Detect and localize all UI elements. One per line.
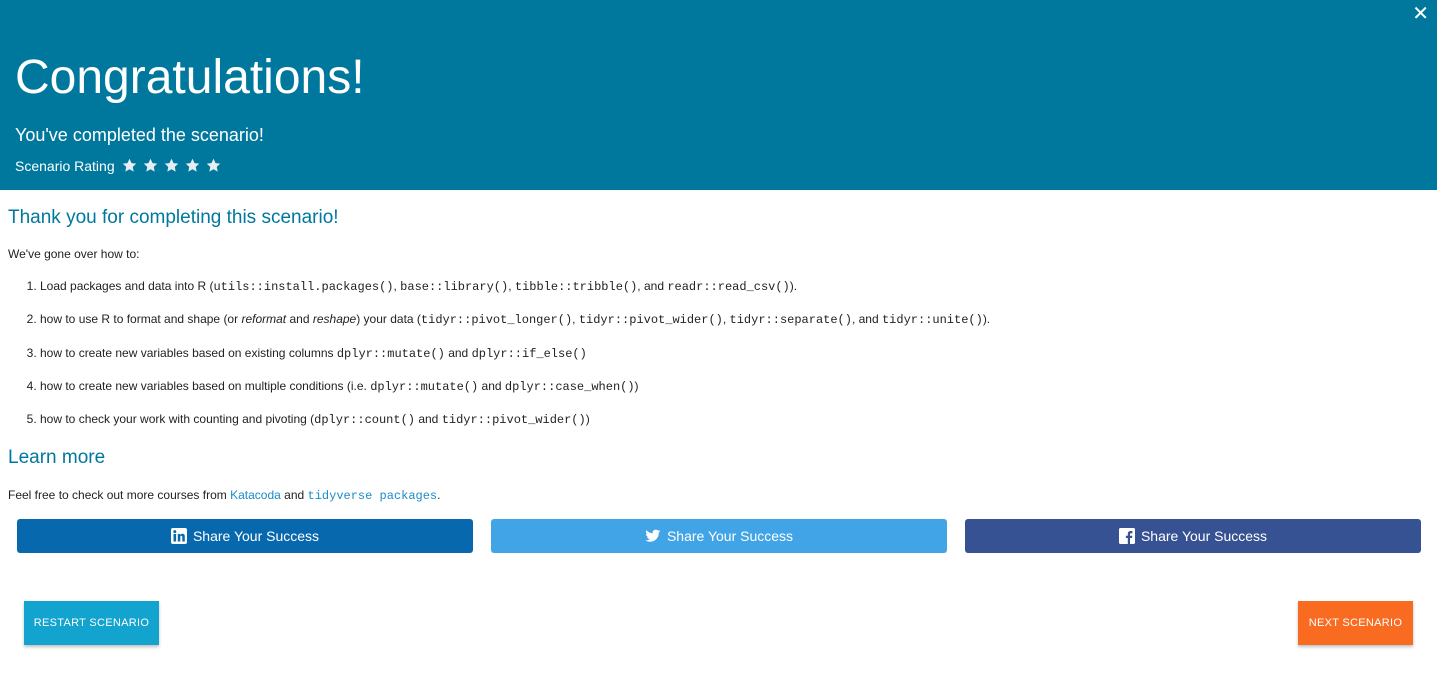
rating-stars [121,157,226,174]
star-icon[interactable] [163,157,180,174]
code-snippet: tidyr::pivot_wider() [441,413,586,428]
step-text: , and [637,279,668,293]
thanks-heading: Thank you for completing this scenario! [8,207,339,228]
tidyverse-link-text: tidyverse packages [307,489,438,503]
katacoda-link[interactable]: Katacoda [230,488,281,502]
step-text: ). [982,312,991,327]
feel-and: and [280,488,308,502]
step-text: ). [789,279,798,293]
step-text: how to check your work with counting and… [40,412,315,427]
completion-header: ✕ Congratulations! You've completed the … [0,0,1437,190]
code-snippet: utils::install.packages() [213,280,394,294]
scenario-rating: Scenario Rating [15,157,226,174]
step-text: , and [851,312,882,327]
step-text: ) your data ( [356,312,421,327]
steps-list: Load packages and data into R (utils::in… [8,278,990,444]
code-snippet: readr::read_csv() [667,280,790,294]
close-icon[interactable]: ✕ [1412,4,1429,24]
step-text: , [508,279,515,293]
star-icon[interactable] [121,157,138,174]
step-text: and [444,345,472,360]
feel-suffix: . [437,488,441,502]
rating-label: Scenario Rating [15,157,115,174]
step-item: how to create new variables based on exi… [40,345,990,378]
tidyverse-link[interactable]: tidyverse packages [307,488,438,503]
code-snippet: dplyr::if_else() [471,346,587,361]
step-text: Load packages and data into R ( [40,279,214,293]
star-icon[interactable] [184,157,201,174]
step-text: and [478,378,505,393]
code-snippet: tibble::tribble() [514,280,638,294]
step-text: , [572,312,579,327]
step-text: and [286,312,313,327]
code-snippet: dplyr::mutate() [370,379,479,394]
step-item: Load packages and data into R (utils::in… [40,278,990,311]
intro-text: We've gone over how to: [8,247,140,261]
code-snippet: dplyr::case_when() [504,379,635,394]
emphasis-text: reshape [312,312,357,327]
step-item: how to use R to format and shape (or ref… [40,311,990,344]
congratulations-title: Congratulations! [15,51,365,104]
step-text: how to create new variables based on mul… [40,378,371,393]
share-facebook-button[interactable]: Share Your Success [965,519,1421,553]
step-text: and [414,412,442,427]
code-snippet: dplyr::count() [314,413,415,428]
share-twitter-label: Share Your Success [666,528,794,544]
step-item: how to create new variables based on mul… [40,378,990,411]
star-icon[interactable] [205,157,222,174]
code-snippet: tidyr::pivot_longer() [420,313,573,328]
step-text: , [722,312,730,327]
code-snippet: base::library() [400,280,509,294]
learn-more-text: Feel free to check out more courses from… [8,488,440,503]
learn-more-heading: Learn more [8,447,106,468]
share-twitter-button[interactable]: Share Your Success [491,519,947,553]
twitter-icon [645,528,661,544]
step-text: ) [634,378,639,393]
code-snippet: dplyr::mutate() [336,346,445,361]
next-scenario-button[interactable]: NEXT SCENARIO [1298,601,1413,645]
linkedin-icon [170,528,187,544]
step-text: how to create new variables based on exi… [40,345,337,360]
restart-scenario-button[interactable]: RESTART SCENARIO [24,601,159,645]
share-linkedin-button[interactable]: Share Your Success [17,519,473,553]
emphasis-text: reformat [241,312,287,327]
step-text: ) [585,412,590,427]
feel-prefix: Feel free to check out more courses from [8,488,231,502]
completion-subtitle: You've completed the scenario! [15,125,264,145]
step-text: how to use R to format and shape (or [40,312,242,327]
code-snippet: tidyr::pivot_wider() [578,313,723,328]
step-item: how to check your work with counting and… [40,411,990,444]
share-facebook-label: Share Your Success [1140,528,1268,544]
share-linkedin-label: Share Your Success [192,528,320,544]
code-snippet: tidyr::unite() [881,313,983,328]
star-icon[interactable] [142,157,159,174]
code-snippet: tidyr::separate() [729,313,852,328]
facebook-icon [1118,528,1135,544]
